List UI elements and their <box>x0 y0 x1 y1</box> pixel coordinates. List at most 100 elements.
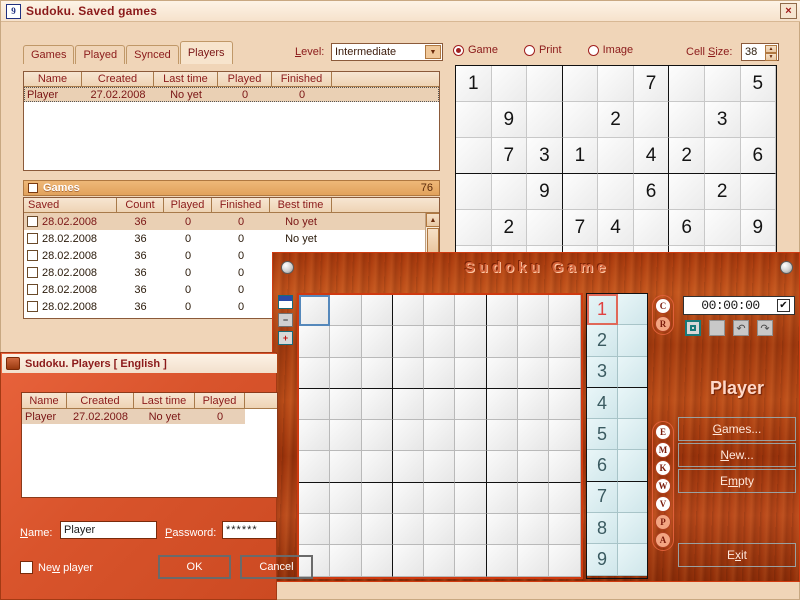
col-last-time[interactable]: Last time <box>154 72 218 86</box>
table-row[interactable]: Player 27.02.2008 No yet 0 <box>22 409 277 424</box>
letter-button-R[interactable]: R <box>655 316 671 332</box>
preview-grid-cell[interactable]: 6 <box>669 210 705 246</box>
game-grid-cell[interactable] <box>486 451 519 483</box>
number-button-9[interactable]: 9 <box>587 544 618 576</box>
zoom-out-icon[interactable]: − <box>278 313 293 327</box>
game-grid-cell[interactable] <box>424 357 456 389</box>
scroll-up-icon[interactable]: ▲ <box>426 213 439 227</box>
players-dialog-table[interactable]: Name Created Last time Played Player 27.… <box>21 392 278 498</box>
preview-grid-cell[interactable]: 6 <box>740 138 776 174</box>
preview-grid-cell[interactable] <box>562 102 599 138</box>
preview-grid-cell[interactable] <box>527 102 563 138</box>
row-checkbox[interactable] <box>27 216 38 227</box>
preview-grid-cell[interactable]: 7 <box>562 210 599 246</box>
game-grid-cell[interactable] <box>486 295 519 327</box>
row-checkbox[interactable] <box>27 250 38 261</box>
preview-grid-cell[interactable] <box>598 66 634 102</box>
cell-size-stepper[interactable]: 38 ▲ ▼ <box>741 43 779 61</box>
game-grid-cell[interactable] <box>424 388 456 421</box>
game-grid-cell[interactable] <box>330 451 362 483</box>
preview-grid-cell[interactable] <box>669 174 705 210</box>
game-grid-cell[interactable] <box>455 545 487 577</box>
ok-button[interactable]: OK <box>158 555 231 579</box>
number-button-5[interactable]: 5 <box>587 419 618 451</box>
preview-grid-cell[interactable] <box>562 66 599 102</box>
game-grid-cell[interactable] <box>455 388 487 421</box>
game-grid-cell[interactable] <box>455 326 487 358</box>
number-button-1[interactable]: 1 <box>587 294 618 326</box>
preview-grid-cell[interactable] <box>527 66 563 102</box>
preview-grid-cell[interactable]: 9 <box>740 210 776 246</box>
game-grid-cell[interactable] <box>330 295 362 327</box>
number-count-2[interactable] <box>618 325 647 357</box>
empty-button[interactable]: Empty <box>678 469 796 493</box>
chevron-down-icon[interactable]: ▼ <box>425 45 441 59</box>
game-grid-cell[interactable] <box>486 545 519 577</box>
game-grid-cell[interactable] <box>549 388 581 421</box>
table-row[interactable]: Player 27.02.2008 No yet 0 0 <box>24 87 439 102</box>
timer-checkbox[interactable]: ✔ <box>777 299 790 312</box>
col-count[interactable]: Count <box>117 198 164 212</box>
preview-grid-cell[interactable] <box>456 210 492 246</box>
col-saved[interactable]: Saved <box>24 198 117 212</box>
password-field[interactable]: ****** <box>222 521 277 539</box>
preview-grid-cell[interactable]: 9 <box>491 102 528 138</box>
stop-icon[interactable] <box>685 320 701 336</box>
number-button-6[interactable]: 6 <box>587 450 618 482</box>
spinner-icon[interactable]: ▲ ▼ <box>765 45 777 61</box>
preview-grid-cell[interactable] <box>491 174 528 210</box>
game-grid-cell[interactable] <box>518 482 550 515</box>
col-name[interactable]: Name <box>22 393 67 408</box>
game-grid-cell[interactable] <box>361 357 393 389</box>
preview-grid-cell[interactable] <box>456 102 492 138</box>
col-played[interactable]: Played <box>218 72 272 86</box>
game-grid-cell[interactable] <box>486 420 519 452</box>
game-grid-cell[interactable] <box>549 295 581 327</box>
preview-grid-cell[interactable]: 4 <box>633 138 670 174</box>
game-grid-cell-selected[interactable] <box>299 295 331 327</box>
game-grid-cell[interactable] <box>518 357 550 389</box>
game-grid-cell[interactable] <box>330 482 362 515</box>
game-grid-cell[interactable] <box>361 326 393 358</box>
preview-grid-cell[interactable] <box>633 102 670 138</box>
table-row[interactable]: 28.02.2008 36 0 0 No yet <box>24 230 439 247</box>
game-grid-cell[interactable] <box>392 295 425 327</box>
game-grid-cell[interactable] <box>424 545 456 577</box>
game-grid-cell[interactable] <box>361 545 393 577</box>
game-grid-cell[interactable] <box>392 514 425 546</box>
game-grid-cell[interactable] <box>392 326 425 358</box>
game-grid-cell[interactable] <box>392 482 425 515</box>
redo-icon[interactable]: ↷ <box>757 320 773 336</box>
game-grid-cell[interactable] <box>455 482 487 515</box>
letter-button-P[interactable]: P <box>655 514 671 530</box>
row-checkbox[interactable] <box>27 284 38 295</box>
game-grid-cell[interactable] <box>518 514 550 546</box>
letter-button-M[interactable]: M <box>655 442 671 458</box>
game-grid-cell[interactable] <box>361 295 393 327</box>
game-grid-cell[interactable] <box>424 326 456 358</box>
game-grid-cell[interactable] <box>549 514 581 546</box>
game-grid-cell[interactable] <box>549 326 581 358</box>
col-played[interactable]: Played <box>164 198 212 212</box>
spinner-up-icon[interactable]: ▲ <box>765 45 777 53</box>
game-grid-cell[interactable] <box>330 357 362 389</box>
col-created[interactable]: Created <box>82 72 154 86</box>
game-grid-cell[interactable] <box>330 388 362 421</box>
number-count-5[interactable] <box>618 419 647 451</box>
game-grid-cell[interactable] <box>299 451 331 483</box>
number-button-8[interactable]: 8 <box>587 513 618 545</box>
game-grid-cell[interactable] <box>361 451 393 483</box>
game-grid-cell[interactable] <box>549 420 581 452</box>
game-grid-cell[interactable] <box>549 482 581 515</box>
game-grid-cell[interactable] <box>455 420 487 452</box>
preview-grid-cell[interactable] <box>740 102 776 138</box>
game-grid-cell[interactable] <box>424 514 456 546</box>
number-button-7[interactable]: 7 <box>587 481 618 514</box>
game-grid-cell[interactable] <box>486 388 519 421</box>
tab-players[interactable]: Players <box>179 41 233 64</box>
col-finished[interactable]: Finished <box>272 72 332 86</box>
number-count-9[interactable] <box>618 544 647 576</box>
game-grid-cell[interactable] <box>392 388 425 421</box>
tab-played[interactable]: Played <box>75 45 126 64</box>
game-grid-cell[interactable] <box>486 482 519 515</box>
